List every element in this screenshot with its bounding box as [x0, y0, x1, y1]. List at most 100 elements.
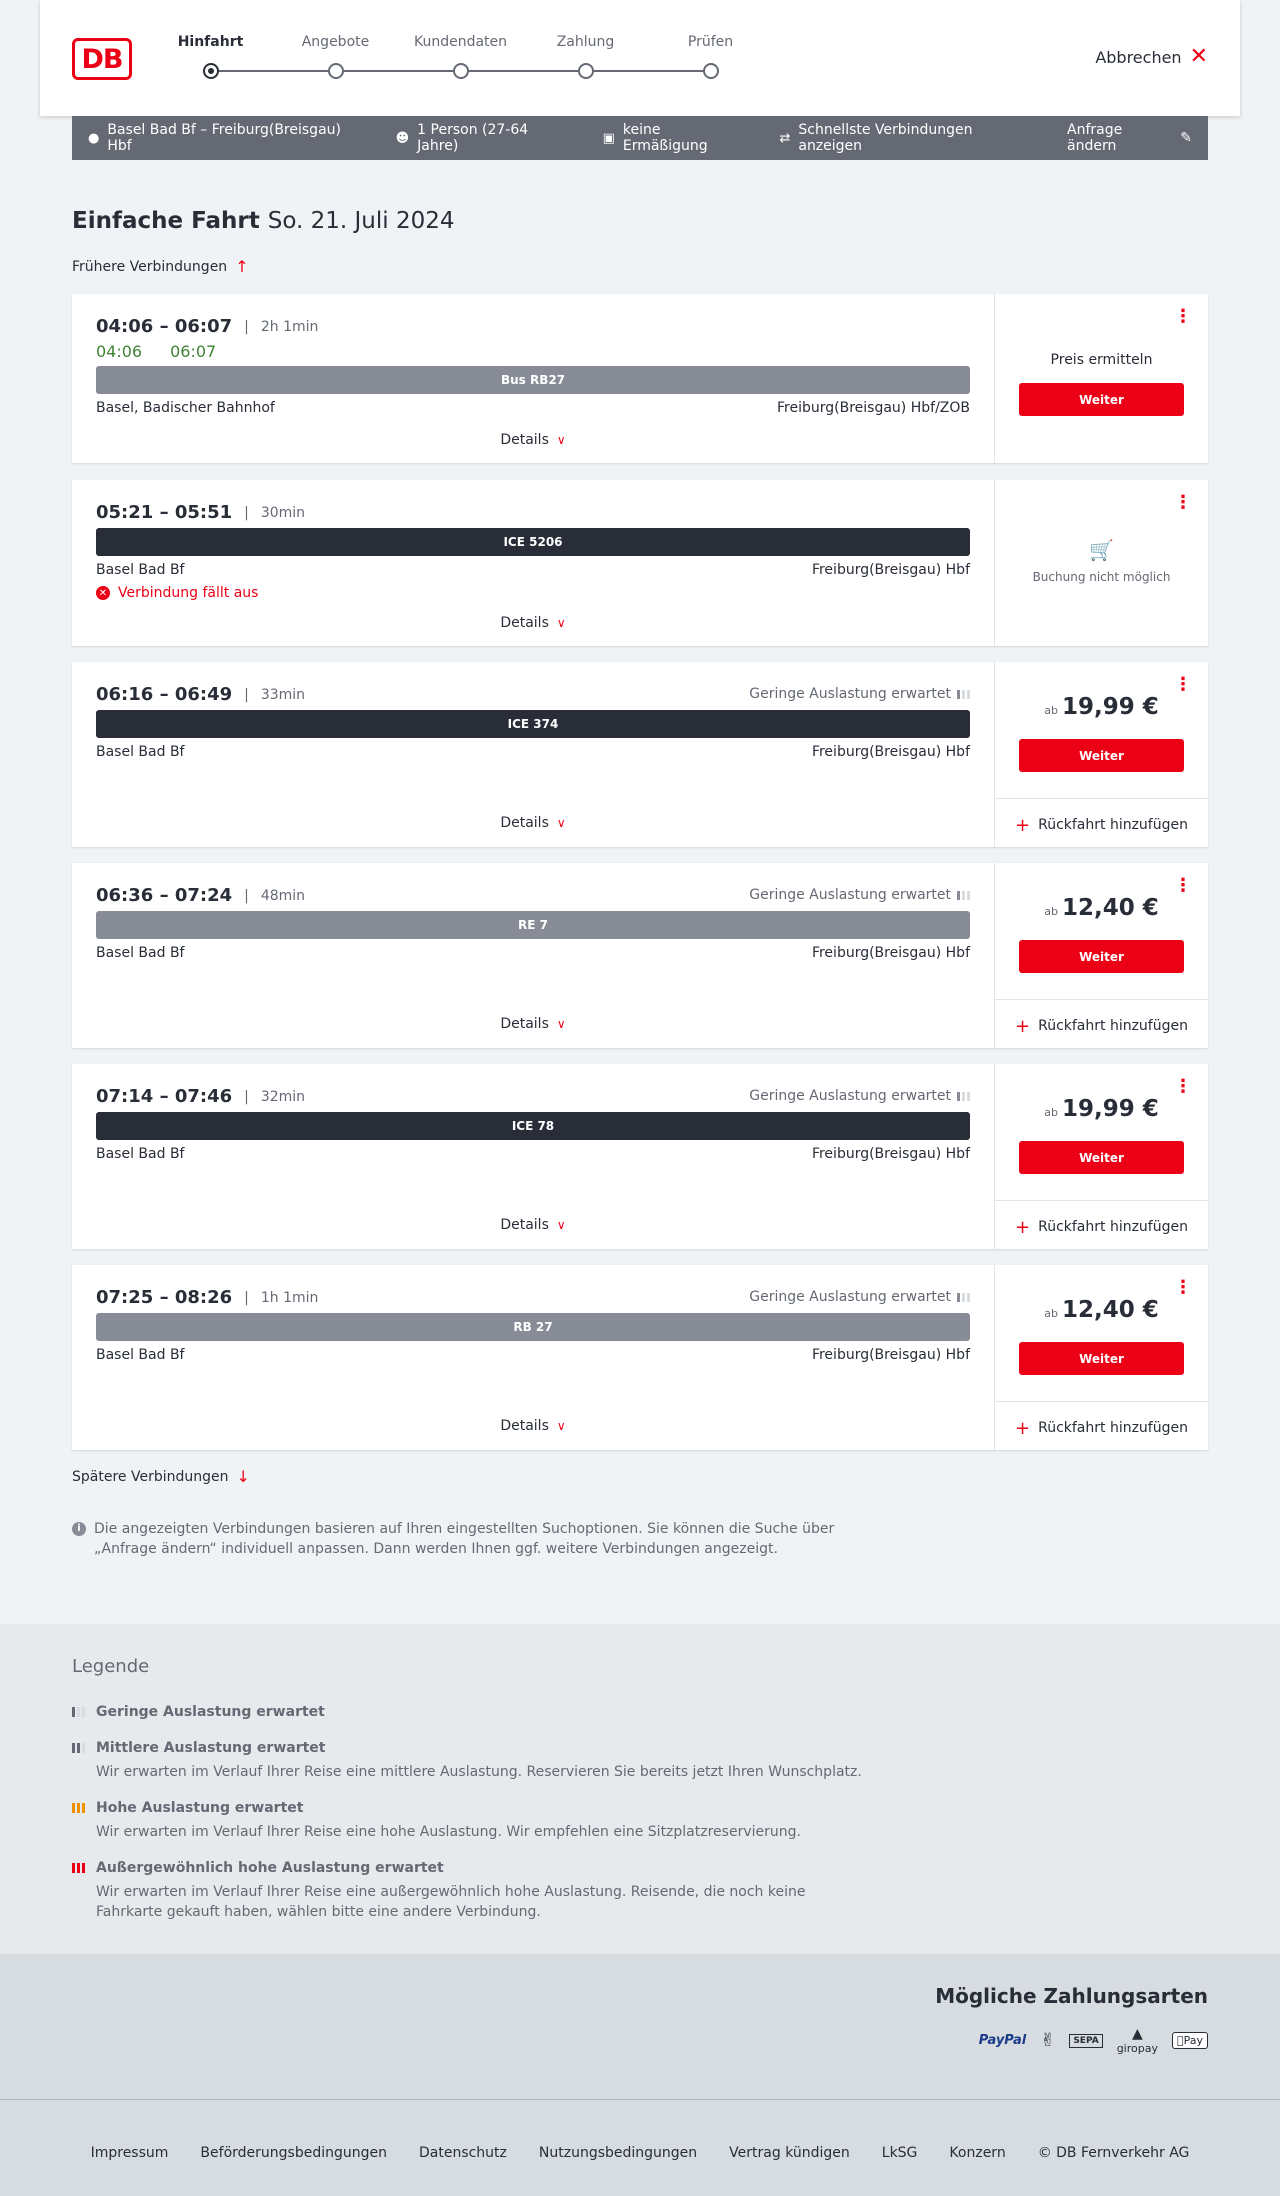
add-return-button[interactable]: + Rückfahrt hinzufügen [995, 1217, 1208, 1238]
footer-link-nutzungsbedingungen[interactable]: Nutzungsbedingungen [539, 2145, 697, 2161]
connection-times: 05:21 – 05:51 | 30min [96, 502, 305, 523]
details-toggle[interactable]: Details ∨ [72, 1217, 994, 1233]
travellers-info: ☻ 1 Person (27-64 Jahre) [396, 122, 569, 154]
destination-station: Freiburg(Breisgau) Hbf [811, 562, 970, 578]
occupancy-text: Geringe Auslastung erwartet [749, 887, 951, 903]
details-toggle[interactable]: Details ∨ [72, 1016, 994, 1032]
train-bar[interactable]: ICE 5206 [96, 528, 970, 556]
price-value: 19,99 € [1061, 1096, 1159, 1122]
person-icon: ☻ [395, 130, 410, 146]
footer-link-konzern[interactable]: Konzern [949, 2145, 1005, 2161]
continue-button[interactable]: Weiter [1019, 383, 1184, 416]
chevron-down-icon: ∨ [556, 1419, 566, 1433]
connection-card: 04:06 – 06:07 | 2h 1min 04:06 06:07 Bus R… [72, 294, 1208, 463]
occupancy-info: Geringe Auslastung erwartet [749, 1088, 970, 1104]
continue-button[interactable]: Weiter [1019, 1342, 1184, 1375]
origin-station: Basel Bad Bf [96, 1146, 185, 1162]
departure-arrival: 05:21 – 05:51 [96, 502, 233, 523]
plus-icon: + [1015, 815, 1031, 836]
continue-button[interactable]: Weiter [1019, 739, 1184, 772]
add-return-button[interactable]: + Rückfahrt hinzufügen [995, 815, 1208, 836]
occupancy-low-icon [957, 890, 970, 900]
footer-link-lksg[interactable]: LkSG [882, 2145, 918, 2161]
legend-head: Geringe Auslastung erwartet [72, 1704, 872, 1720]
continue-button[interactable]: Weiter [1019, 1141, 1184, 1174]
cancellation-text: Verbindung fällt aus [118, 585, 259, 601]
train-bar[interactable]: ICE 78 [96, 1112, 970, 1140]
divider [995, 1401, 1208, 1402]
separator: | [244, 318, 249, 335]
header: DB Hinfahrt Angebote Kundendaten Zahlung… [40, 0, 1240, 116]
departure-arrival: 04:06 – 06:07 [96, 316, 233, 337]
destination-station: Freiburg(Breisgau) Hbf [811, 744, 970, 760]
add-return-button[interactable]: + Rückfahrt hinzufügen [995, 1016, 1208, 1037]
offer-panel: ⋮ 🛒 Buchung nicht möglich [994, 480, 1208, 646]
chevron-down-icon: ∨ [556, 616, 566, 630]
apple-pay-label: Pay [1183, 2034, 1203, 2047]
later-connections-button[interactable]: Spätere Verbindungen ↓ [72, 1467, 250, 1486]
price-prefix: ab [1044, 905, 1058, 918]
more-options-icon[interactable]: ⋮ [1174, 308, 1192, 326]
details-toggle[interactable]: Details ∨ [72, 432, 994, 448]
more-options-icon[interactable]: ⋮ [1174, 1279, 1192, 1297]
not-bookable: 🛒 Buchung nicht möglich [995, 538, 1208, 584]
origin-station: Basel Bad Bf [96, 945, 185, 961]
footer-link-datenschutz[interactable]: Datenschutz [419, 2145, 507, 2161]
destination-station: Freiburg(Breisgau) Hbf [811, 1146, 970, 1162]
footer-link-befoerderungsbedingungen[interactable]: Beförderungsbedingungen [200, 2145, 387, 2161]
trip-date: So. 21. Juli 2024 [267, 208, 455, 234]
separator: | [244, 887, 249, 904]
stations: Basel Bad Bf Freiburg(Breisgau) Hbf [96, 744, 970, 760]
details-toggle[interactable]: Details ∨ [72, 615, 994, 631]
swap-arrows-icon: ⇄ [779, 130, 791, 146]
train-bar[interactable]: ICE 374 [96, 710, 970, 738]
discount-text: keine Ermäßigung [622, 122, 708, 154]
connection-info: 06:16 – 06:49 | 33min Geringe Auslastung… [72, 662, 994, 847]
details-label: Details [500, 815, 549, 831]
details-label: Details [500, 432, 549, 448]
earlier-connections-button[interactable]: Frühere Verbindungen ↑ [72, 257, 249, 276]
divider [995, 999, 1208, 1000]
sepa-icon: SEPA [1069, 2033, 1103, 2048]
legend-item: Hohe Auslastung erwartet Wir erwarten im… [72, 1800, 872, 1842]
connection-times: 06:36 – 07:24 | 48min [96, 885, 305, 906]
step-label: Prüfen [687, 34, 734, 50]
footer-link-vertrag-kuendigen[interactable]: Vertrag kündigen [729, 2145, 850, 2161]
connection-info: 04:06 – 06:07 | 2h 1min 04:06 06:07 Bus R… [72, 294, 994, 463]
more-options-icon[interactable]: ⋮ [1174, 676, 1192, 694]
db-logo[interactable]: DB [72, 38, 132, 80]
step-dot-icon [703, 63, 719, 79]
earlier-label: Frühere Verbindungen [72, 258, 228, 275]
origin-station: Basel, Badischer Bahnhof [96, 400, 275, 416]
payment-methods: Mögliche Zahlungsarten PayPal ✌ SEPA ▲ gi… [0, 1954, 1280, 2099]
train-bar[interactable]: RE 7 [96, 911, 970, 939]
duration: 2h 1min [260, 318, 319, 335]
add-return-button[interactable]: + Rückfahrt hinzufügen [995, 1418, 1208, 1439]
connection-card: 07:14 – 07:46 | 32min Geringe Auslastung… [72, 1064, 1208, 1249]
stations: Basel, Badischer Bahnhof Freiburg(Breisg… [96, 400, 970, 416]
offer-panel: ⋮ ab 19,99 € Weiter + Rückfahrt hinzufügen [994, 662, 1208, 847]
arrow-down-icon: ↓ [236, 1467, 250, 1486]
add-return-label: Rückfahrt hinzufügen [1038, 1219, 1188, 1235]
train-bar[interactable]: RB 27 [96, 1313, 970, 1341]
connection-times: 07:25 – 08:26 | 1h 1min [96, 1287, 318, 1308]
change-request-button[interactable]: Anfrage ändern ✎ [1067, 122, 1192, 154]
cancel-button[interactable]: Abbrechen ✕ [1095, 46, 1208, 68]
occupancy-text: Geringe Auslastung erwartet [749, 1088, 951, 1104]
footer-link-impressum[interactable]: Impressum [91, 2145, 169, 2161]
occupancy-low-icon [957, 689, 970, 699]
realtime-arrival: 06:07 [170, 342, 217, 361]
details-label: Details [500, 615, 549, 631]
details-toggle[interactable]: Details ∨ [72, 815, 994, 831]
more-options-icon[interactable]: ⋮ [1174, 877, 1192, 895]
continue-button[interactable]: Weiter [1019, 940, 1184, 973]
trip-type: Einfache Fahrt [72, 208, 260, 234]
step-dot-icon [453, 63, 469, 79]
more-options-icon[interactable]: ⋮ [1174, 1078, 1192, 1096]
duration: 1h 1min [260, 1289, 319, 1306]
offer-panel: ⋮ Preis ermitteln Weiter [994, 294, 1208, 463]
more-options-icon[interactable]: ⋮ [1174, 494, 1192, 512]
details-toggle[interactable]: Details ∨ [72, 1418, 994, 1434]
train-bar[interactable]: Bus RB27 [96, 366, 970, 394]
giropay-icon: ▲ giropay [1116, 2026, 1158, 2055]
